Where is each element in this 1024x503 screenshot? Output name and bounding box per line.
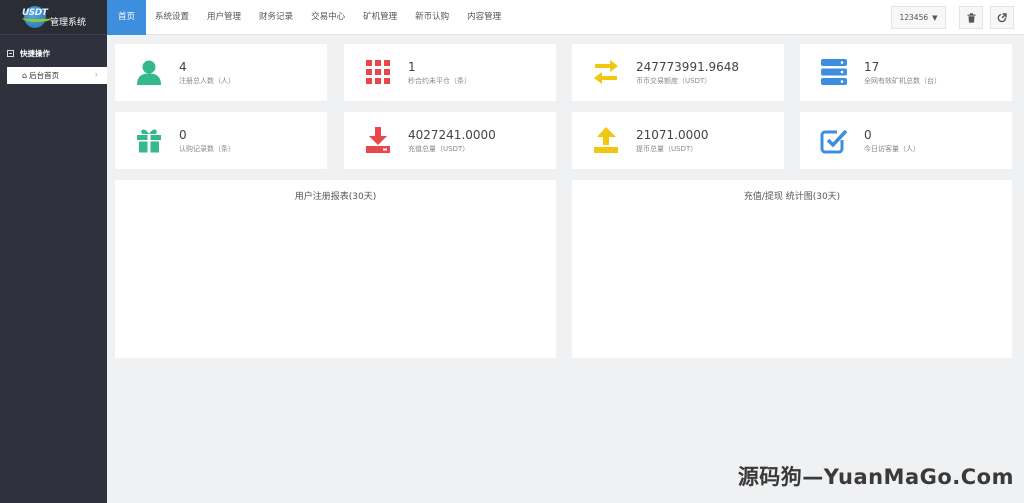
stat-card-registered-users[interactable]: 4 注册总人数（人） — [115, 44, 327, 101]
panel-title: 用户注册报表(30天) — [294, 192, 377, 202]
caret-down-icon: ▼ — [932, 13, 938, 22]
logout-button[interactable] — [990, 6, 1014, 29]
trash-icon — [967, 12, 975, 23]
stat-card-open-contracts[interactable]: 1 秒合约未平仓（条） — [344, 44, 556, 101]
user-icon — [137, 60, 161, 85]
stat-value: 21071.0000 — [636, 128, 709, 142]
stat-value: 4 — [179, 60, 187, 74]
sidebar: USDT 管理系统 快捷操作 ⌂ 后台首页 › — [0, 0, 107, 503]
stat-value: 1 — [408, 60, 416, 74]
collapse-icon[interactable] — [7, 50, 14, 57]
stat-label: 币币交易额度（USDT） — [636, 77, 712, 85]
nav-item-new-coin-subscription[interactable]: 新币认购 — [406, 0, 458, 35]
gift-icon — [137, 129, 161, 153]
checkbox-icon — [820, 129, 848, 154]
nav-item-system-settings[interactable]: 系统设置 — [146, 0, 198, 35]
nav-item-trading-center[interactable]: 交易中心 — [302, 0, 354, 35]
sidebar-item-dashboard[interactable]: ⌂ 后台首页 › — [7, 67, 107, 84]
stat-label: 提币总量（USDT） — [636, 145, 698, 153]
panel-title: 充值/提现 统计图(30天) — [743, 192, 841, 202]
nav-item-home[interactable]: 首页 — [107, 0, 147, 35]
stat-label: 全网有效矿机总数（台） — [864, 77, 941, 85]
stat-value: 247773991.9648 — [636, 60, 740, 74]
stat-value: 0 — [179, 128, 187, 142]
stat-label: 充值总量（USDT） — [408, 145, 470, 153]
nav-item-finance-records[interactable]: 财务记录 — [250, 0, 302, 35]
logo-globe-icon: USDT — [22, 5, 52, 29]
clear-cache-button[interactable] — [959, 6, 983, 29]
stat-card-total-withdrawal[interactable]: 21071.0000 提币总量（USDT） — [572, 112, 784, 169]
sidebar-item-label: 后台首页 — [29, 71, 60, 80]
upload-icon — [594, 127, 618, 153]
nav-item-content-management[interactable]: 内容管理 — [458, 0, 510, 35]
app-title: 管理系统 — [50, 17, 87, 28]
grid-icon — [366, 60, 390, 84]
logo-mark-text: USDT — [22, 8, 48, 18]
stat-label: 认购记录数（条） — [179, 145, 235, 153]
stat-value: 4027241.0000 — [408, 128, 496, 142]
chevron-right-icon: › — [94, 70, 98, 79]
home-icon: ⌂ — [22, 71, 28, 80]
stat-value: 0 — [864, 128, 872, 142]
stat-label: 注册总人数（人） — [179, 77, 235, 85]
user-registration-chart-panel: 用户注册报表(30天) — [115, 180, 556, 358]
nav-item-miner-management[interactable]: 矿机管理 — [354, 0, 406, 35]
stat-value: 17 — [864, 60, 880, 74]
main-nav: 首页 系统设置 用户管理 财务记录 交易中心 矿机管理 新币认购 内容管理 — [107, 0, 1024, 35]
stat-label: 秒合约未平仓（条） — [408, 77, 471, 85]
logo[interactable]: USDT 管理系统 — [0, 0, 107, 35]
deposit-withdrawal-chart-panel: 充值/提现 统计图(30天) — [572, 180, 1012, 358]
username: 123456 — [899, 13, 929, 22]
sidebar-section-quick-actions[interactable]: 快捷操作 — [0, 35, 107, 59]
user-dropdown[interactable]: 123456 ▼ — [891, 6, 946, 29]
stat-card-trade-volume[interactable]: 247773991.9648 币币交易额度（USDT） — [572, 44, 784, 101]
server-icon — [821, 59, 847, 85]
nav-item-user-management[interactable]: 用户管理 — [198, 0, 250, 35]
stat-card-total-deposit[interactable]: 4027241.0000 充值总量（USDT） — [344, 112, 556, 169]
download-icon — [366, 127, 390, 153]
stat-card-today-visitors[interactable]: 0 今日访客量（人） — [800, 112, 1012, 169]
sidebar-section-label: 快捷操作 — [20, 49, 50, 58]
stat-card-subscription-records[interactable]: 0 认购记录数（条） — [115, 112, 327, 169]
exchange-icon — [594, 60, 618, 84]
watermark: 源码狗—YuanMaGo.Com — [737, 465, 1014, 489]
stat-card-active-miners[interactable]: 17 全网有效矿机总数（台） — [800, 44, 1012, 101]
top-navbar: 首页 系统设置 用户管理 财务记录 交易中心 矿机管理 新币认购 内容管理 12… — [107, 0, 1024, 35]
logout-icon — [997, 12, 1007, 22]
stat-label: 今日访客量（人） — [864, 145, 920, 153]
